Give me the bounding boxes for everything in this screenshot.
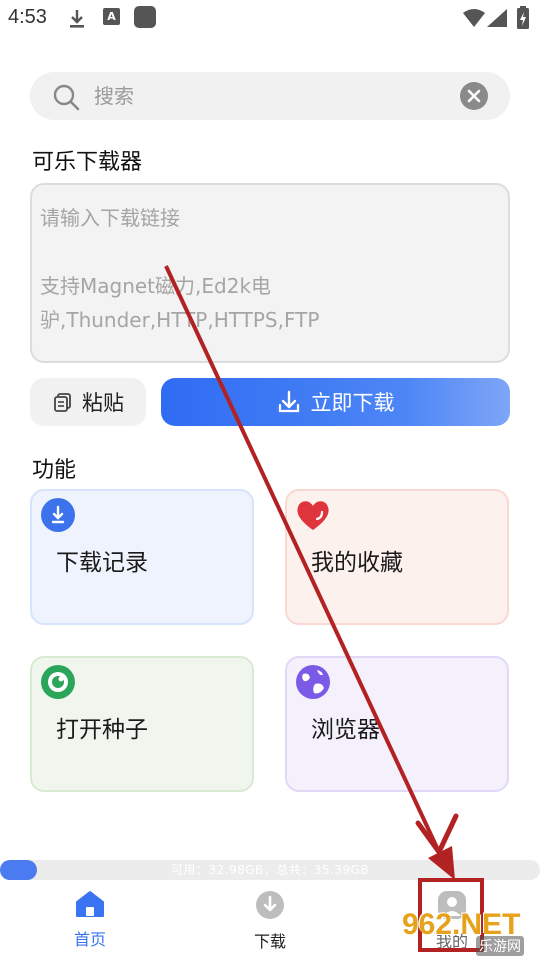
watermark-logo: 962.NET 乐游网 [402, 908, 538, 956]
annotation-arrow [164, 265, 459, 880]
watermark-sub: 乐游网 [476, 936, 524, 956]
